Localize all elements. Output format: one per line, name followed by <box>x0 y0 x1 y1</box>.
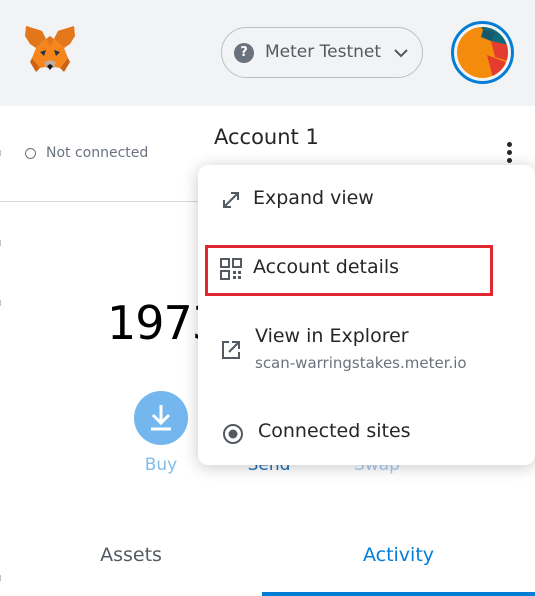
app-header: ? Meter Testnet <box>0 0 535 106</box>
menu-item-label: Account details <box>253 256 400 278</box>
menu-item-label: View in Explorer <box>255 325 409 347</box>
active-tab-indicator <box>262 592 535 596</box>
menu-item-view-in-explorer[interactable]: View in Explorer scan-warringstakes.mete… <box>198 323 535 383</box>
menu-item-connected-sites[interactable]: Connected sites <box>198 417 535 451</box>
edge-mark <box>0 300 1 306</box>
connected-sites-icon <box>223 424 243 444</box>
menu-item-label: Connected sites <box>258 420 411 442</box>
connection-status[interactable]: Not connected <box>46 145 148 161</box>
tab-activity[interactable]: Activity <box>262 525 535 596</box>
edge-mark <box>0 150 1 156</box>
network-selector[interactable]: ? Meter Testnet <box>221 27 423 78</box>
buy-label: Buy <box>144 455 178 475</box>
download-icon <box>134 391 188 445</box>
buy-button[interactable]: Buy <box>126 391 196 475</box>
tab-activity-label: Activity <box>362 544 435 566</box>
connection-status-icon <box>25 148 36 159</box>
explorer-url: scan-warringstakes.meter.io <box>255 354 467 372</box>
menu-item-account-details[interactable]: Account details <box>198 253 535 287</box>
account-avatar-button[interactable] <box>451 21 514 84</box>
account-options-menu-icon[interactable] <box>499 140 519 168</box>
metamask-fox-logo <box>25 26 75 72</box>
account-options-menu: Expand view Account details View in Expl… <box>198 165 535 465</box>
expand-icon <box>223 192 239 208</box>
account-name[interactable]: Account 1 <box>214 125 319 149</box>
account-avatar <box>457 27 508 78</box>
qr-code-icon <box>220 258 242 280</box>
tab-assets[interactable]: Assets <box>0 525 262 596</box>
chevron-down-icon <box>394 49 408 58</box>
edge-mark <box>0 240 1 246</box>
network-label: Meter Testnet <box>265 42 382 62</box>
menu-item-expand-view[interactable]: Expand view <box>198 183 535 217</box>
tab-bar: Assets Activity <box>0 525 535 596</box>
menu-item-label: Expand view <box>253 187 374 209</box>
question-icon: ? <box>234 43 254 63</box>
external-link-icon <box>222 341 240 359</box>
